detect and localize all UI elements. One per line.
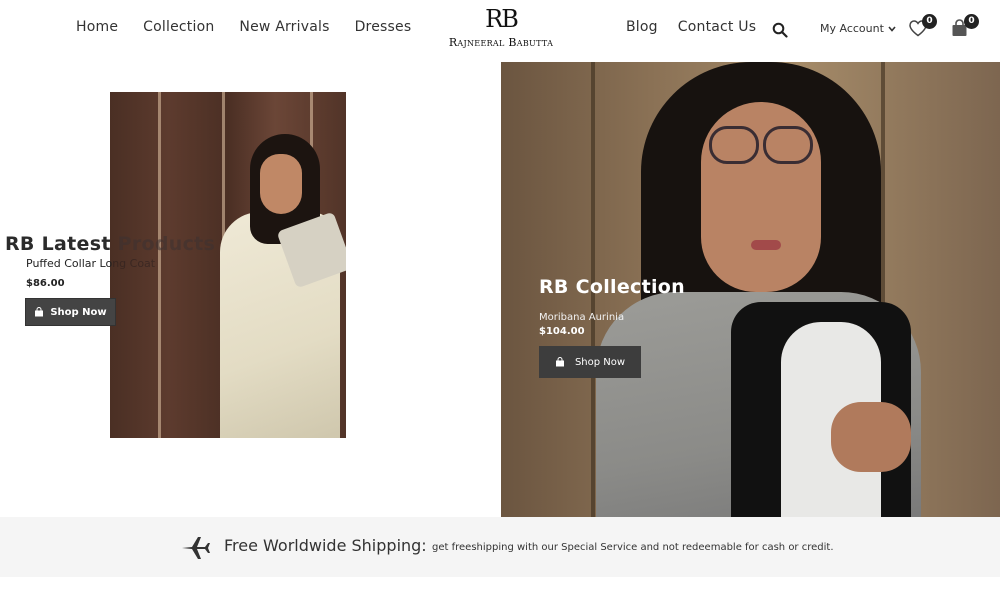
shipping-title: Free Worldwide Shipping: <box>224 536 427 555</box>
nav-link-new-arrivals[interactable]: New Arrivals <box>239 19 329 35</box>
main-nav-left: Home Collection New Arrivals Dresses <box>76 19 411 35</box>
hero-collection-title: RB Collection <box>539 276 685 298</box>
search-icon[interactable] <box>772 22 788 38</box>
model-hands-shape <box>831 402 911 472</box>
main-nav-right: Blog Contact Us <box>626 19 756 35</box>
logo-mark: RB <box>485 5 519 33</box>
logo-name: Rajneeral Babutta <box>448 36 554 49</box>
site-header: Home Collection New Arrivals Dresses RB … <box>0 0 1000 60</box>
nav-link-home[interactable]: Home <box>76 19 118 35</box>
latest-product-name[interactable]: Puffed Collar Long Coat <box>26 257 155 270</box>
hero-product-name[interactable]: Moribana Aurinia <box>539 312 624 323</box>
model-face-shape <box>260 154 302 214</box>
product-name-faded: ng Coat <box>112 257 156 270</box>
chevron-down-icon <box>888 25 896 32</box>
hero-product-price: $104.00 <box>539 326 585 337</box>
glasses-shape <box>763 126 813 164</box>
my-account-menu[interactable]: My Account <box>820 22 896 35</box>
shop-now-button-hero[interactable]: Shop Now <box>539 346 641 378</box>
wood-plank-line <box>158 92 161 438</box>
airplane-icon <box>182 537 210 559</box>
glasses-shape <box>709 126 759 164</box>
model-lips-shape <box>751 240 781 250</box>
shop-now-label: Shop Now <box>574 356 626 368</box>
my-account-label: My Account <box>820 22 884 35</box>
shop-now-label: Shop Now <box>50 306 107 318</box>
wishlist-count-badge: 0 <box>922 14 937 29</box>
shopping-bag-icon <box>555 357 564 367</box>
shipping-text: get freeshipping with our Special Servic… <box>432 542 834 553</box>
shopping-bag-icon <box>35 307 44 317</box>
site-logo[interactable]: RB Rajneeral Babutta <box>437 6 565 56</box>
heading-faded-text: Products <box>117 233 216 255</box>
latest-product-price: $86.00 <box>26 278 65 289</box>
product-name-strong: Puffed Collar Lo <box>26 257 113 270</box>
nav-link-collection[interactable]: Collection <box>143 19 214 35</box>
nav-link-blog[interactable]: Blog <box>626 19 658 35</box>
nav-link-contact-us[interactable]: Contact Us <box>678 19 756 35</box>
shop-now-button-latest[interactable]: Shop Now <box>25 298 116 326</box>
nav-link-dresses[interactable]: Dresses <box>355 19 412 35</box>
cart-count-badge: 0 <box>964 14 979 29</box>
latest-products-heading: RB Latest Products <box>5 233 215 255</box>
heading-strong-text: RB Latest <box>5 233 118 255</box>
